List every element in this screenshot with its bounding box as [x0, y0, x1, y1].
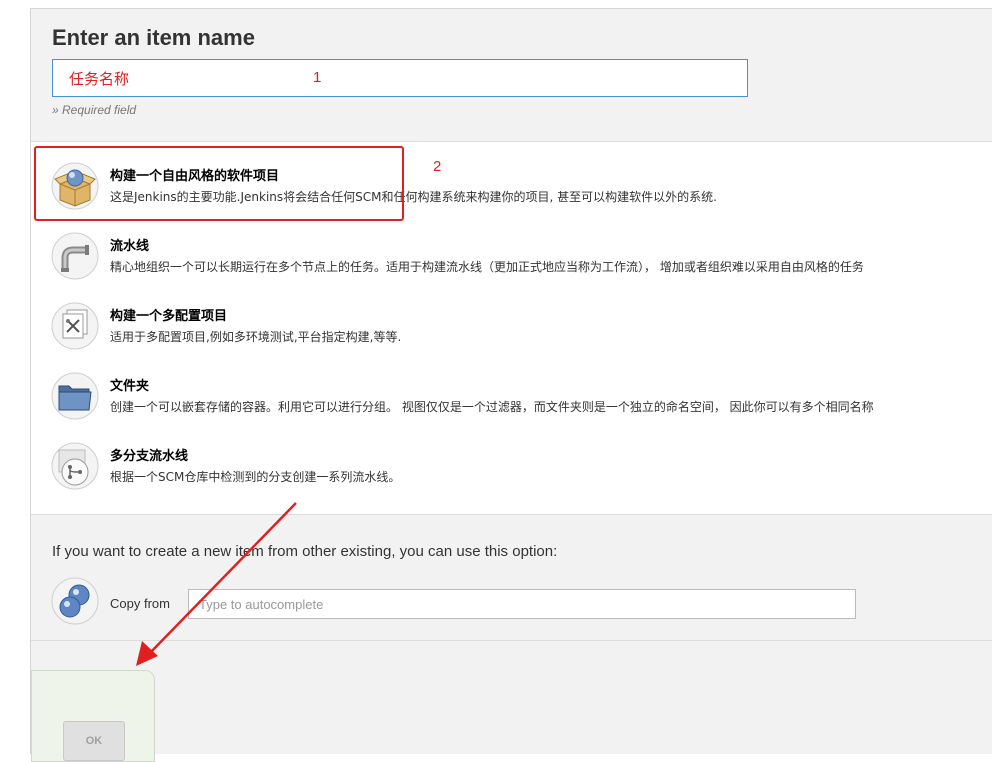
- item-type-title: 构建一个多配置项目: [110, 309, 228, 324]
- item-type-description: 创建一个可以嵌套存储的容器。利用它可以进行分组。 视图仅仅是一个过滤器，而文件夹…: [110, 400, 874, 414]
- item-type-description: 精心地组织一个可以长期运行在多个节点上的任务。适用于构建流水线（更加正式地应当称…: [110, 260, 864, 274]
- item-type-description: 根据一个SCM仓库中检测到的分支创建一系列流水线。: [110, 470, 401, 484]
- item-type-multibranch-pipeline[interactable]: 多分支流水线 根据一个SCM仓库中检测到的分支创建一系列流水线。: [31, 422, 992, 490]
- page-title: Enter an item name: [52, 25, 255, 50]
- annotation-marker-1: 1: [313, 69, 322, 86]
- ok-button-container: OK: [31, 670, 155, 762]
- multi-config-icon: [51, 302, 99, 350]
- item-type-multi-config[interactable]: 构建一个多配置项目 适用于多配置项目,例如多环境测试,平台指定构建,等等.: [31, 282, 992, 350]
- required-field-note: » Required field: [52, 103, 137, 117]
- copy-from-label: Copy from: [110, 596, 170, 611]
- new-item-panel: Enter an item name » Required field 构建一个…: [30, 8, 992, 762]
- copy-from-intro: If you want to create a new item from ot…: [52, 543, 558, 560]
- item-name-input[interactable]: [52, 59, 748, 97]
- item-name-section: Enter an item name » Required field: [31, 9, 992, 142]
- item-type-pipeline[interactable]: 流水线 精心地组织一个可以长期运行在多个节点上的任务。适用于构建流水线（更加正式…: [31, 212, 992, 280]
- item-type-title: 文件夹: [110, 379, 150, 394]
- copy-from-section: If you want to create a new item from ot…: [31, 515, 992, 641]
- item-type-folder[interactable]: 文件夹 创建一个可以嵌套存储的容器。利用它可以进行分组。 视图仅仅是一个过滤器，…: [31, 352, 992, 420]
- item-type-title: 流水线: [110, 239, 150, 254]
- annotation-marker-2: 2: [433, 158, 442, 175]
- item-type-description: 适用于多配置项目,例如多环境测试,平台指定构建,等等.: [110, 330, 402, 344]
- pipeline-icon: [51, 232, 99, 280]
- folder-icon: [51, 372, 99, 420]
- footer-bar: OK: [31, 641, 992, 762]
- copy-spheres-icon: [51, 577, 99, 625]
- multibranch-pipeline-icon: [51, 442, 99, 490]
- item-type-title: 多分支流水线: [110, 449, 189, 464]
- annotation-highlight-box: [34, 146, 404, 221]
- copy-from-input[interactable]: [188, 589, 856, 619]
- ok-button[interactable]: OK: [63, 721, 125, 761]
